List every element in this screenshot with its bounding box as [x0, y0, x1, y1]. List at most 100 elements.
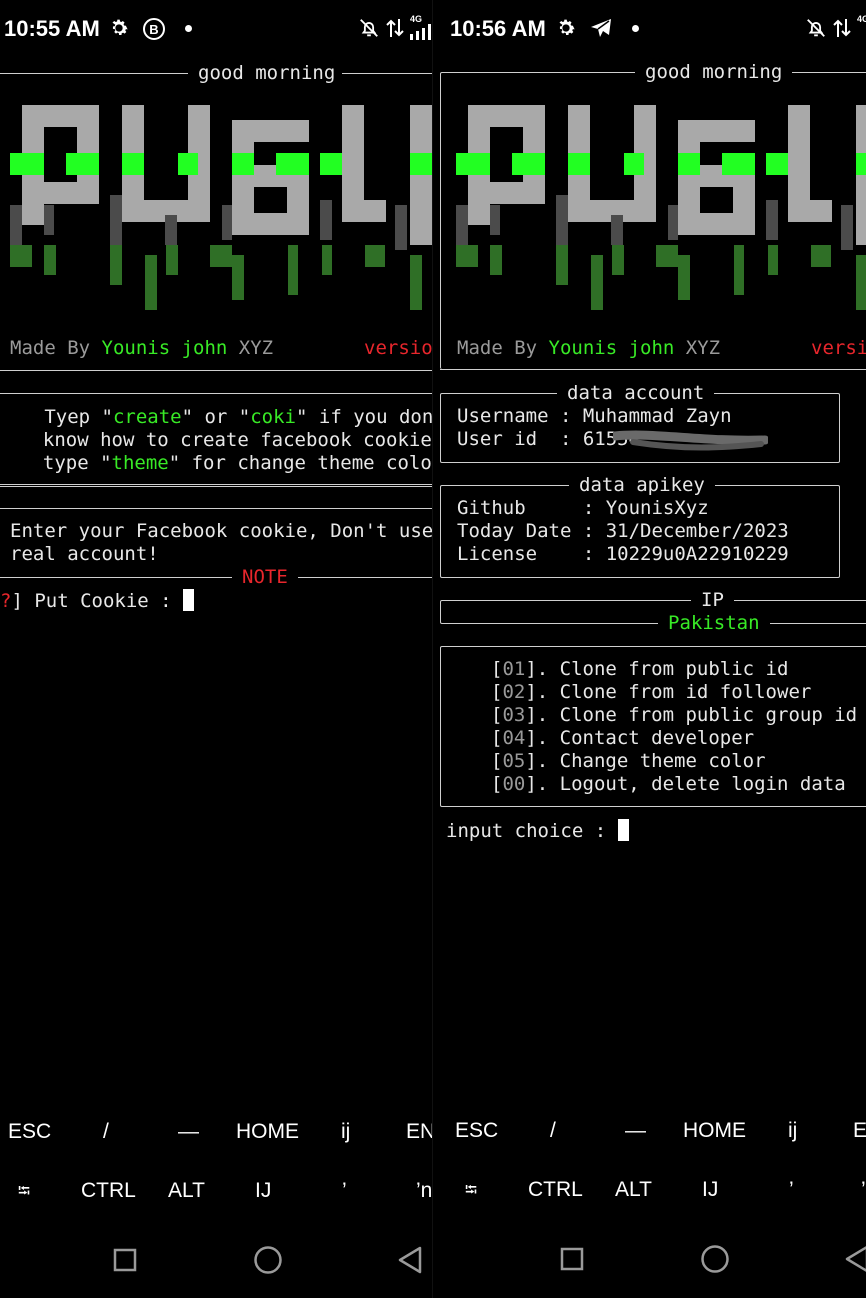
- menu-item-clone-group[interactable]: [03]. Clone from public group id: [491, 704, 857, 727]
- recents-icon[interactable]: [113, 1248, 137, 1272]
- data-arrows-icon: [386, 19, 404, 37]
- key-alt[interactable]: ALT: [615, 1178, 652, 1202]
- key-ij-upper[interactable]: IJ: [702, 1178, 718, 1202]
- key-apostrophe[interactable]: ’: [342, 1179, 347, 1203]
- menu-item-theme[interactable]: [05]. Change theme color: [491, 750, 766, 773]
- logo-green-band: [10, 153, 433, 175]
- key-ij[interactable]: ij: [341, 1120, 350, 1144]
- key-apostrophe-n[interactable]: ’n: [416, 1179, 432, 1203]
- help-text: " if you don: [296, 406, 433, 428]
- github-row: Github : YounisXyz: [457, 497, 709, 519]
- help-text: " for change theme color: [168, 452, 433, 474]
- separator: [0, 370, 433, 371]
- help-line-3: type "theme" for change theme color: [20, 452, 433, 475]
- bell-off-icon: [360, 19, 378, 37]
- key-slash[interactable]: /: [103, 1120, 109, 1144]
- userid-label: User id :: [457, 428, 583, 450]
- key-dash[interactable]: —: [625, 1119, 646, 1143]
- key-end[interactable]: EN: [406, 1120, 433, 1144]
- key-esc[interactable]: ESC: [8, 1120, 51, 1144]
- key-slash[interactable]: /: [550, 1119, 556, 1143]
- credit-suffix: XYZ: [227, 337, 274, 359]
- version-label: versio: [364, 337, 433, 359]
- data-arrows-icon: [833, 19, 851, 37]
- text-cursor[interactable]: [183, 589, 195, 611]
- note-label: NOTE: [242, 566, 288, 588]
- text-cursor[interactable]: [617, 819, 629, 841]
- menu-label: ]. Clone from public id: [525, 658, 789, 680]
- menu-label: ]. Logout, delete login data: [525, 773, 846, 795]
- key-esc[interactable]: ESC: [455, 1119, 498, 1143]
- ip-title: IP: [691, 589, 734, 612]
- key-apostrophe-n[interactable]: ’: [861, 1178, 866, 1202]
- header-box-bottom: [440, 369, 866, 370]
- help-text: " or ": [181, 406, 251, 428]
- menu-item-clone-public[interactable]: [01]. Clone from public id: [491, 658, 788, 681]
- publik-ascii-logo: [10, 105, 433, 310]
- key-ctrl[interactable]: CTRL: [81, 1179, 136, 1203]
- account-box-title: data account: [557, 382, 715, 405]
- apikey-box-title: data apikey: [569, 474, 715, 497]
- key-ij-upper[interactable]: IJ: [255, 1179, 271, 1203]
- menu-number: 03: [502, 704, 526, 726]
- network-type: 4G: [857, 14, 866, 24]
- key-end[interactable]: E: [853, 1119, 866, 1143]
- logo-green-drips: [10, 245, 422, 310]
- key-dash[interactable]: —: [178, 1120, 199, 1144]
- greeting-title: good morning: [635, 61, 793, 84]
- publik-ascii-logo: [456, 105, 866, 310]
- help-text: Tyep ": [10, 406, 113, 428]
- menu-label: ]. Change theme color: [525, 750, 766, 772]
- cookie-prompt[interactable]: ?] Put Cookie :: [0, 589, 195, 613]
- menu-item-clone-follower[interactable]: [02]. Clone from id follower: [491, 681, 811, 704]
- dot-icon: [632, 25, 639, 32]
- menu-item-contact[interactable]: [04]. Contact developer: [491, 727, 754, 750]
- username-value: Muhammad Zayn: [582, 405, 732, 427]
- key-ctrl[interactable]: CTRL: [528, 1178, 583, 1202]
- username-label: Username :: [457, 405, 583, 427]
- choice-prompt[interactable]: input choice :: [446, 819, 629, 843]
- help-line-1: Tyep "create" or "coki" if you don: [10, 406, 433, 429]
- telegram-icon: [591, 19, 611, 37]
- prompt-text: ] Put Cookie :: [11, 590, 184, 612]
- title-rule-right: [342, 73, 433, 74]
- home-icon[interactable]: [253, 1245, 283, 1275]
- title-rule-left: [0, 73, 188, 74]
- keyword-coki: coki: [250, 406, 296, 428]
- key-apostrophe[interactable]: ’: [789, 1178, 794, 1202]
- key-tab[interactable]: ⭾: [465, 1179, 477, 1206]
- settings-icon: [112, 19, 128, 35]
- separator: [0, 486, 433, 487]
- back-icon[interactable]: [397, 1245, 423, 1275]
- note-line-2: real account!: [10, 543, 159, 565]
- key-home[interactable]: HOME: [683, 1119, 746, 1143]
- back-icon[interactable]: [844, 1244, 866, 1274]
- recents-icon[interactable]: [560, 1247, 584, 1271]
- credit-line: Made By Younis john XYZ: [10, 337, 273, 360]
- credit-prefix: Made By: [10, 337, 102, 359]
- redaction-scribble: [613, 430, 768, 451]
- left-terminal-screen: 10:55 AM B 4G good morning Made By Youni…: [0, 0, 433, 1298]
- status-time: 10:56 AM: [450, 16, 546, 41]
- menu-label: ]. Clone from id follower: [525, 681, 812, 703]
- note-rule-right: [298, 577, 433, 578]
- dot-icon: [185, 25, 192, 32]
- separator: [0, 508, 433, 509]
- ip-country: Pakistan: [658, 612, 770, 635]
- menu-label: ]. Contact developer: [525, 727, 755, 749]
- license-row: License : 10229u0A22910229: [457, 543, 789, 565]
- prompt-text: input choice :: [446, 820, 618, 842]
- key-alt[interactable]: ALT: [168, 1179, 205, 1203]
- menu-item-logout[interactable]: [00]. Logout, delete login data: [491, 773, 846, 796]
- credit-line: Made By Younis john XYZ: [457, 337, 720, 360]
- home-icon[interactable]: [700, 1244, 730, 1274]
- ip-box: [440, 600, 866, 624]
- settings-icon: [559, 19, 575, 35]
- network-type: 4G: [410, 14, 423, 24]
- key-tab[interactable]: ⭾: [18, 1180, 30, 1207]
- status-time: 10:55 AM: [4, 16, 100, 41]
- key-ij[interactable]: ij: [788, 1119, 797, 1143]
- key-home[interactable]: HOME: [236, 1120, 299, 1144]
- credit-author: Younis john: [548, 337, 675, 359]
- logo-green-drips: [456, 245, 866, 310]
